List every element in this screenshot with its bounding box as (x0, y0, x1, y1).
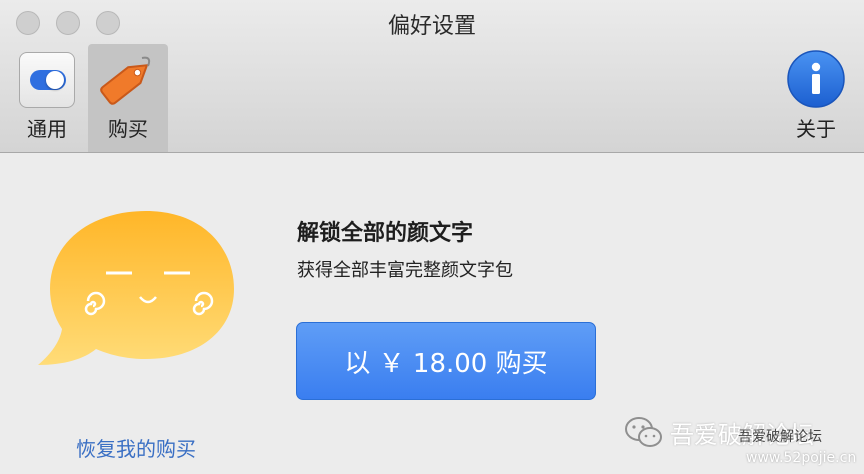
toolbar-item-purchase[interactable]: 购买 (88, 44, 168, 152)
emoticon-bubble-icon (38, 211, 234, 365)
price-tag-icon (100, 56, 151, 105)
watermark-url: www.52pojie.cn (746, 450, 857, 466)
window-title: 偏好设置 (387, 14, 476, 39)
purchase-pane: 解锁全部的颜文字 获得全部丰富完整颜文字包 以 ￥ 18.00 购买 恢复我的购… (0, 153, 864, 474)
info-icon (787, 50, 845, 108)
toolbar-item-label: 通用 (27, 117, 67, 141)
preferences-window: 偏好设置 通用 购买 关于 解锁全部的颜文字 获得全部丰富完整颜文字包 以 ￥ … (0, 0, 864, 474)
buy-button[interactable]: 以 ￥ 18.00 购买 (296, 322, 596, 400)
purchase-heading: 解锁全部的颜文字 (297, 221, 474, 246)
titlebar-toolbar: 偏好设置 通用 购买 关于 (0, 0, 864, 153)
toggle-switch-icon (19, 52, 75, 108)
toolbar-item-label: 购买 (108, 117, 148, 141)
toolbar-item-general[interactable]: 通用 (10, 44, 84, 152)
watermark-text-small: 吾爱破解论坛 (738, 429, 822, 445)
toolbar-item-about[interactable]: 关于 (780, 44, 852, 152)
toolbar-item-label: 关于 (796, 117, 836, 141)
wechat-icon (625, 417, 662, 447)
restore-purchases-link[interactable]: 恢复我的购买 (76, 433, 196, 462)
purchase-subheading: 获得全部丰富完整颜文字包 (297, 260, 513, 281)
